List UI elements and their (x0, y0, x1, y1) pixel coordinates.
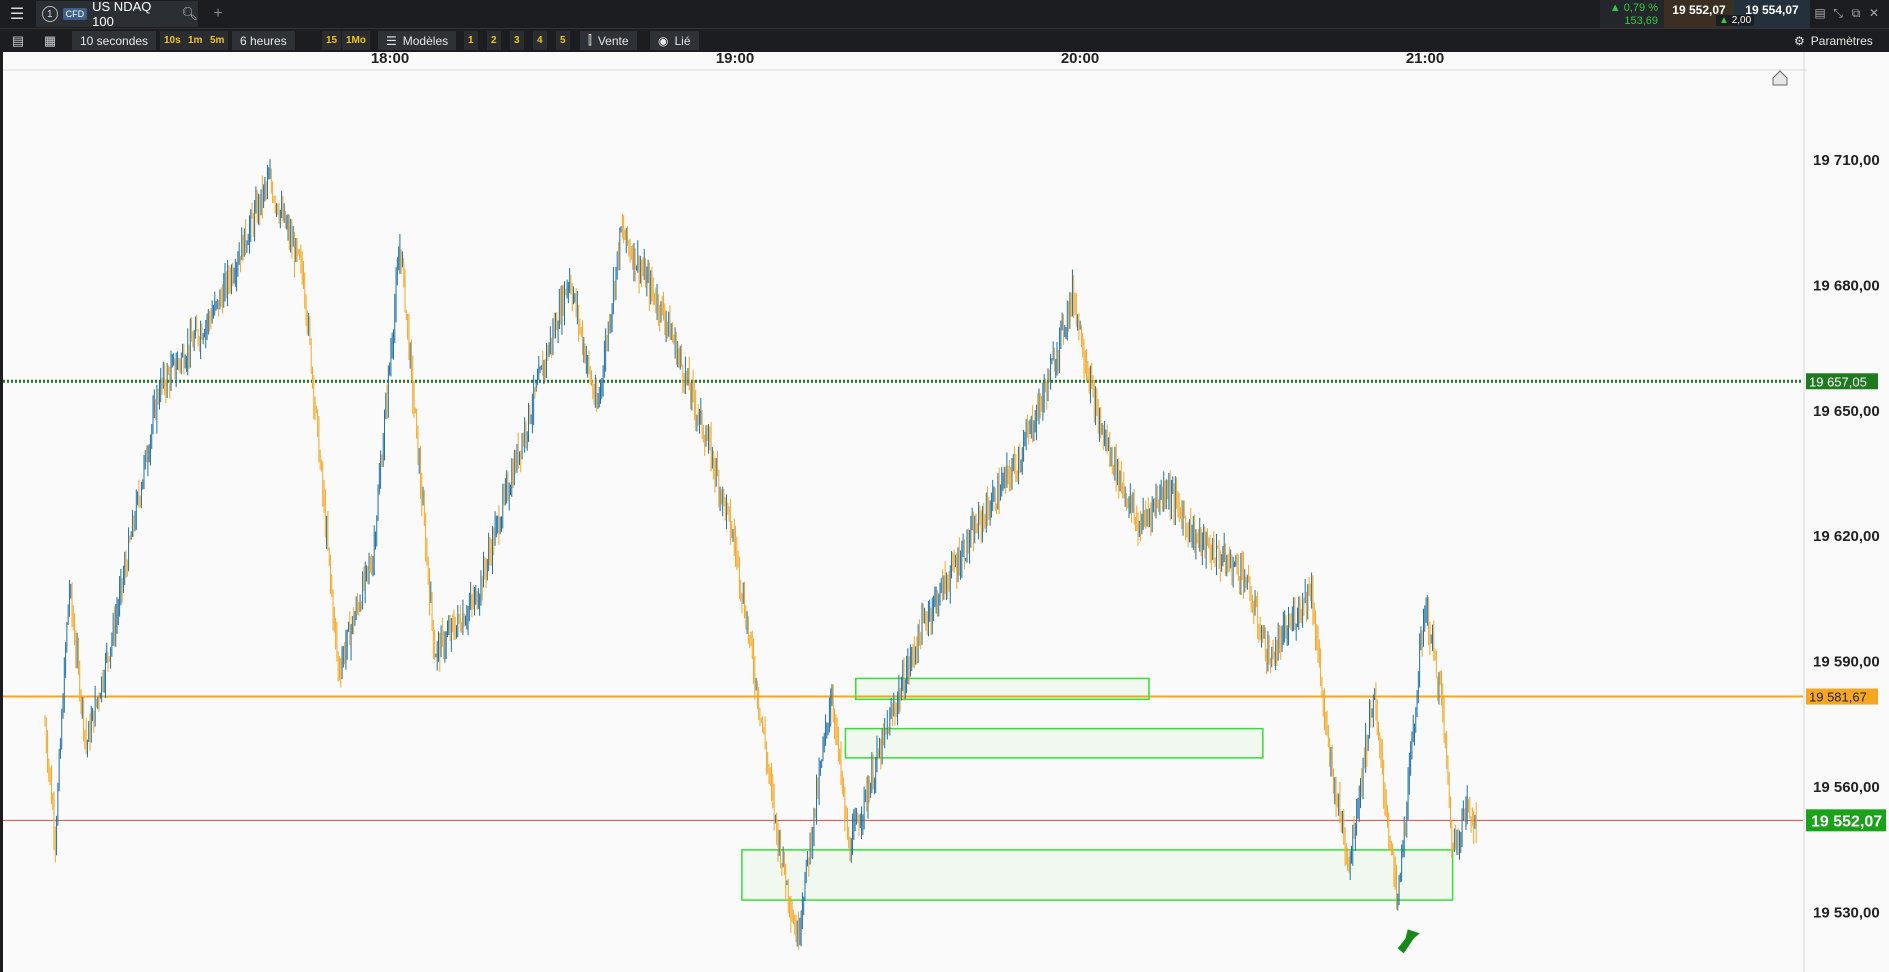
change-percent: ▲ 0,79 % (1609, 2, 1658, 14)
change-absolute: 153,69 (1624, 15, 1658, 27)
price-change: ▲ 0,79 % 153,69 (1600, 0, 1664, 28)
interval-select[interactable]: 10 secondes (72, 31, 157, 50)
interval-5m-button[interactable]: 5m (206, 31, 229, 50)
add-tab-button[interactable]: + (208, 3, 228, 25)
settings-label: Paramètres (1810, 33, 1873, 48)
sell-button[interactable]: ⫿ Vente (580, 31, 637, 50)
price-chart[interactable]: 18:00 19:00 20:00 21:00 19 710,00 19 680,00 1… (3, 52, 1887, 972)
time-tick-label: 18:00 (371, 52, 409, 67)
tab-instrument[interactable]: 1 CFD US NDAQ 100 🔍︎ (36, 0, 198, 29)
time-tick-label: 19:00 (716, 52, 754, 67)
templates-label: Modèles (402, 33, 449, 48)
price-tick-label: 19 530,00 (1813, 905, 1880, 922)
tab-index: 1 (42, 6, 58, 22)
layout-4-button[interactable]: 4 (533, 31, 547, 50)
title-bar: ☰ 1 CFD US NDAQ 100 🔍︎ + ▲ 0,79 % 153,69… (0, 0, 1889, 29)
search-icon[interactable]: 🔍︎ (181, 6, 198, 22)
level-label: 19 581,67 (1809, 690, 1867, 705)
layout-5-button[interactable]: 5 (556, 31, 570, 50)
collapse-icon[interactable]: ⤡ (1830, 5, 1846, 21)
cfd-badge: CFD (62, 8, 88, 20)
spread-arrow-icon: ▲ (1719, 15, 1729, 26)
interval-10s-button[interactable]: 10s (160, 31, 185, 50)
price-tick-label: 19 560,00 (1813, 779, 1880, 796)
chart-type-icon: ⫿ (588, 33, 592, 47)
price-tick-label: 19 620,00 (1813, 528, 1880, 545)
hamburger-icon[interactable]: ☰ (0, 0, 34, 28)
linked-label: Lié (674, 33, 691, 48)
panel-color-icon[interactable]: ▤ (1812, 5, 1828, 21)
settings-button[interactable]: ⚙ Paramètres (1794, 31, 1873, 50)
popout-icon[interactable]: ⧉ (1848, 5, 1864, 21)
chart-toolbar: ▤ ▦ 10 secondes 10s 1m 5m 6 heures 15 1M… (0, 28, 1889, 52)
price-tick-label: 19 710,00 (1813, 152, 1880, 169)
support-zone (844, 727, 1264, 759)
range-1mo-button[interactable]: 1Mo (342, 31, 370, 50)
sliders-icon: ☰ (386, 33, 397, 48)
instrument-symbol: US NDAQ 100 (92, 0, 152, 29)
time-tick-label: 20:00 (1061, 52, 1099, 67)
sell-label: Vente (597, 33, 629, 48)
spread-value: 2,00 (1731, 15, 1752, 26)
interval-1m-button[interactable]: 1m (184, 31, 207, 50)
range-15-button[interactable]: 15 (322, 31, 342, 50)
time-tick-label: 21:00 (1406, 52, 1444, 67)
price-tick-label: 19 680,00 (1813, 277, 1880, 294)
layout-2-button[interactable]: 2 (487, 31, 501, 50)
list-icon[interactable]: ▤ (8, 31, 28, 50)
price-tick-label: 19 590,00 (1813, 654, 1880, 671)
current-price-label: 19 552,07 (1811, 813, 1882, 830)
layout-grid-icon[interactable]: ▦ (40, 31, 60, 50)
chart-svg[interactable]: 18:00 19:00 20:00 21:00 19 710,00 19 680,00 1… (3, 52, 1887, 972)
layout-1-button[interactable]: 1 (464, 31, 478, 50)
range-select[interactable]: 6 heures (232, 31, 295, 50)
layout-3-button[interactable]: 3 (510, 31, 524, 50)
linked-button[interactable]: ◉ Lié (650, 31, 699, 50)
level-label: 19 657,05 (1809, 374, 1867, 389)
spread: ▲ 2,00 (1716, 15, 1755, 26)
link-icon: ◉ (658, 33, 669, 48)
gear-icon: ⚙ (1794, 33, 1805, 48)
price-tick-label: 19 650,00 (1813, 403, 1880, 420)
templates-button[interactable]: ☰ Modèles (378, 31, 457, 50)
chart-background (3, 52, 1887, 972)
close-icon[interactable]: ✕ (1866, 5, 1882, 21)
